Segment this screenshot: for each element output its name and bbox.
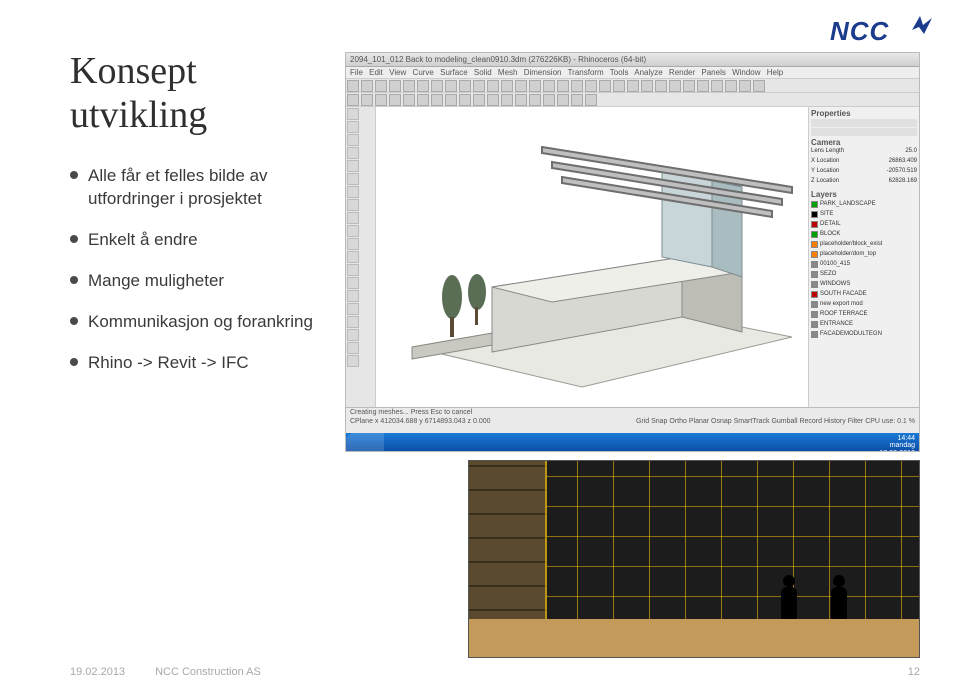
layer-row: ENTRANCE [811,320,917,329]
camera-header: Camera [811,138,917,148]
silhouette-icon [779,575,799,619]
layer-row: DETAIL [811,220,917,229]
taskbar-clock: 14:44 mandag 17-09-2012 [879,435,915,452]
logo-star-icon [910,12,934,36]
toolbar-row [346,79,919,93]
properties-header: Properties [811,109,917,119]
status-command: Creating meshes... Press Esc to cancel [346,408,919,417]
bullet-list: Alle får et felles bilde av utfordringer… [70,165,340,375]
footer-page: 12 [908,666,920,678]
properties-layers-panel: Properties Camera Lens Length 25.0 X Loc… [809,107,919,407]
rhino-screenshot: 2094_101_012 Back to modeling_clean0910.… [345,52,920,452]
layer-row: ROOF TERRACE [811,310,917,319]
window-titlebar: 2094_101_012 Back to modeling_clean0910.… [346,53,919,67]
perspective-viewport [376,107,809,407]
facade-render [468,460,920,658]
layer-row: WINDOWS [811,280,917,289]
title-line2: utvikling [70,94,207,136]
slide-footer: 19.02.2013 NCC Construction AS [70,666,920,678]
layer-row: FACADEMODULTEGN [811,330,917,339]
menu-bar: File Edit View Curve Surface Solid Mesh … [346,67,919,79]
layer-row: placeholder/dom_top [811,250,917,259]
bullet-item: Enkelt å endre [70,229,340,252]
layer-row: new export mod [811,300,917,309]
status-bar: Creating meshes... Press Esc to cancel C… [346,407,919,451]
windows-taskbar: 14:44 mandag 17-09-2012 [346,433,919,451]
layer-row: BLOCK [811,230,917,239]
ncc-logo: NCC [830,18,920,52]
status-right: Grid Snap Ortho Planar Osnap SmartTrack … [636,418,915,425]
layer-row: SITE [811,210,917,219]
status-cplane: CPlane x 412034.688 y 6714893.043 z 0.00… [350,418,491,425]
layer-row: SOUTH FACADE [811,290,917,299]
layer-row: placeholder/block_exist [811,240,917,249]
bullet-item: Rhino -> Revit -> IFC [70,352,340,375]
bullet-item: Mange muligheter [70,270,340,293]
toolbar-row [346,93,919,107]
silhouette-icon [829,575,849,619]
layer-row: SEZO [811,270,917,279]
layers-header: Layers [811,190,917,200]
layer-row: 00100_415 [811,260,917,269]
start-button-icon [346,433,384,451]
bullet-item: Alle får et felles bilde av utfordringer… [70,165,340,211]
bullet-item: Kommunikasjon og forankring [70,311,340,334]
footer-org: NCC Construction AS [155,666,261,678]
layer-row: PARK_LANDSCAPE [811,200,917,209]
title-line1: Konsept [70,50,197,92]
left-toolbox [346,107,376,407]
logo-text: NCC [830,16,889,46]
footer-date: 19.02.2013 [70,666,125,678]
